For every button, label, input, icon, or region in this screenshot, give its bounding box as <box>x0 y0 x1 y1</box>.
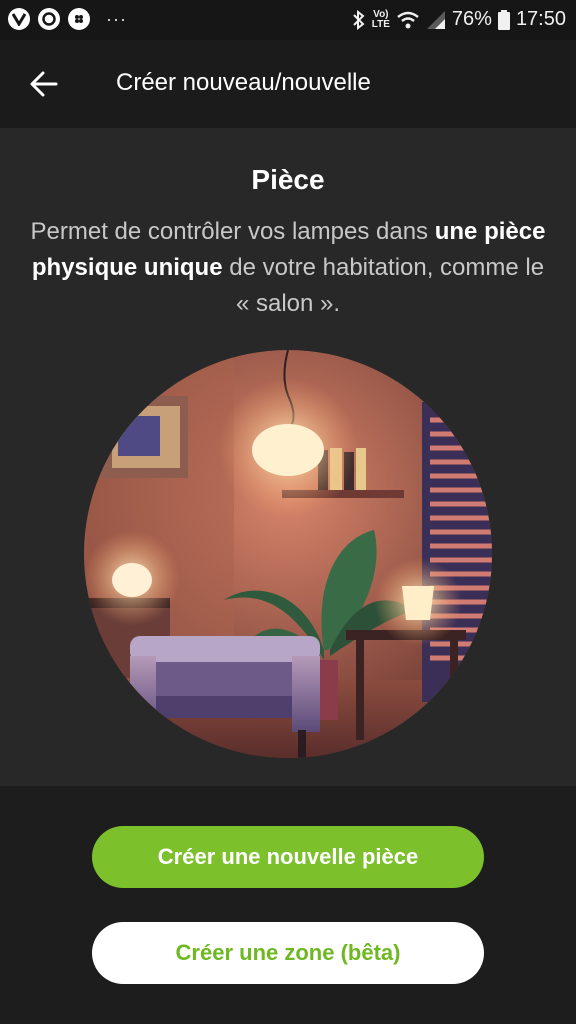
notification-icons: ··· <box>8 8 127 30</box>
battery-percent: 76% <box>451 8 492 30</box>
create-zone-button[interactable]: Créer une zone (bêta) <box>92 922 484 984</box>
alexa-icon <box>38 8 60 30</box>
status-bar: ··· Vo) LTE 76% 17:50 <box>0 0 576 40</box>
vpn-app-icon <box>8 8 30 30</box>
arrow-left-icon <box>30 71 58 97</box>
action-area: Créer une nouvelle pièce Créer une zone … <box>0 786 576 1024</box>
more-notifications-icon: ··· <box>106 8 127 29</box>
page-title: Créer nouveau/nouvelle <box>116 69 371 96</box>
back-button[interactable] <box>22 62 66 106</box>
battery-icon <box>497 9 510 30</box>
volte-indicator: Vo) LTE <box>371 8 390 30</box>
living-room-illustration <box>84 350 492 758</box>
app-notification-icon <box>68 8 90 30</box>
room-description: Permet de contrôler vos lampes dans une … <box>30 218 546 317</box>
clock: 17:50 <box>515 8 566 30</box>
system-icons: Vo) LTE 76% 17:50 <box>352 8 566 31</box>
app-bar: Créer nouveau/nouvelle <box>0 40 576 128</box>
section-title: Pièce <box>251 164 325 195</box>
bluetooth-icon <box>353 9 365 30</box>
create-room-button[interactable]: Créer une nouvelle pièce <box>92 826 484 888</box>
main-content: Pièce Permet de contrôler vos lampes dan… <box>0 128 576 786</box>
wifi-icon <box>397 11 419 28</box>
signal-icon <box>426 10 445 29</box>
